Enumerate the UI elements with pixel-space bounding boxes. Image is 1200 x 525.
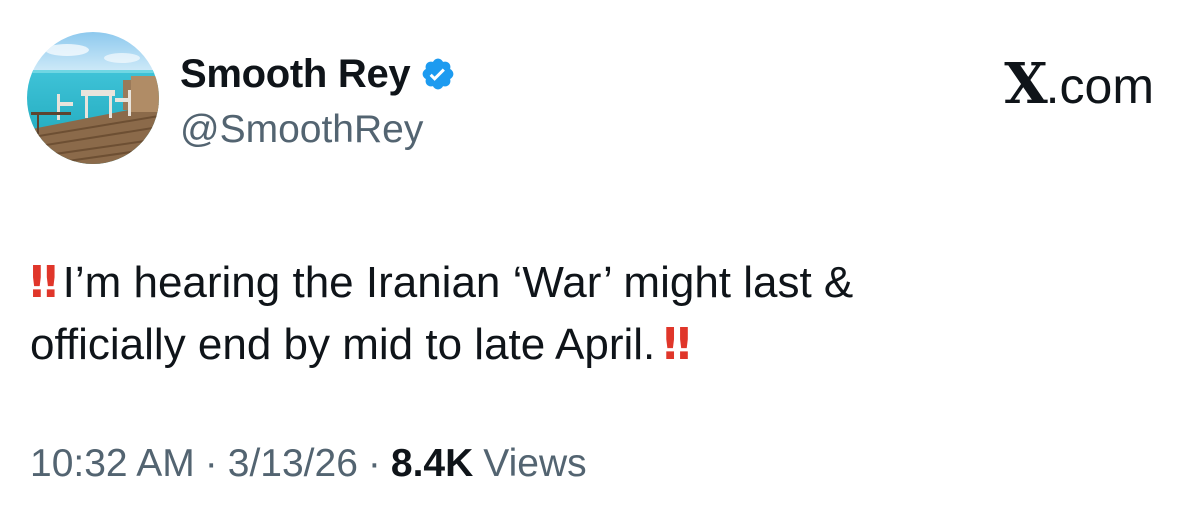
x-logo-icon: X	[1004, 51, 1047, 117]
tweet-time[interactable]: 10:32 AM	[30, 442, 195, 486]
tweet-line-2: officially end by mid to late April.	[30, 320, 656, 369]
author-name-row: Smooth Rey	[180, 50, 456, 98]
meta-separator: ·	[204, 442, 218, 485]
x-com-brand: X .com	[1004, 56, 1154, 112]
avatar-photo	[27, 32, 159, 164]
avatar[interactable]	[27, 32, 159, 164]
verified-badge-icon	[420, 56, 456, 92]
double-exclamation-icon: ‼	[663, 319, 691, 370]
tweet-date[interactable]: 3/13/26	[228, 442, 358, 486]
views-count[interactable]: 8.4K	[391, 442, 473, 486]
author-handle[interactable]: @SmoothRey	[180, 108, 423, 152]
display-name[interactable]: Smooth Rey	[180, 52, 411, 97]
double-exclamation-icon: ‼	[30, 257, 58, 308]
meta-separator: ·	[367, 442, 381, 485]
views-label[interactable]: Views	[483, 442, 586, 486]
tweet-meta: 10:32 AM · 3/13/26 · 8.4K Views	[30, 442, 587, 486]
brand-suffix: .com	[1045, 58, 1154, 114]
tweet-text: ‼ I’m hearing the Iranian ‘War’ might las…	[30, 252, 1150, 376]
tweet-line-1: I’m hearing the Iranian ‘War’ might last…	[62, 258, 854, 307]
